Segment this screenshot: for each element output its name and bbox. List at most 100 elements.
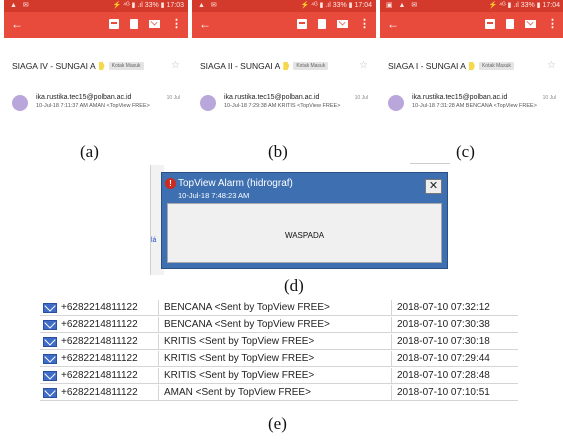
sms-datetime: 2018-07-10 07:29:44 xyxy=(397,353,490,364)
mark-unread-icon[interactable] xyxy=(525,20,536,28)
email-preview: 10-Jul-18 7:31:28 AM BENCANA <TopView FR… xyxy=(412,103,537,109)
sms-datetime: 2018-07-10 07:30:18 xyxy=(397,336,490,347)
column-divider xyxy=(391,334,392,350)
star-icon[interactable]: ☆ xyxy=(547,59,556,73)
trash-icon[interactable] xyxy=(130,19,138,29)
more-vert-icon[interactable]: ⋮ xyxy=(171,19,182,30)
email-date: 10 Jul xyxy=(542,95,556,101)
caption-e: (e) xyxy=(268,414,287,433)
table-row[interactable]: +6282214811122 KRITIS <Sent by TopView F… xyxy=(40,334,518,350)
star-icon[interactable]: ☆ xyxy=(171,59,180,73)
inbox-label-chip[interactable]: Kotak Masuk xyxy=(108,62,144,70)
email-subject-row: SIAGA II - SUNGAI A Kotak Masuk ☆ xyxy=(200,59,370,73)
sender-address: ika.rustika.tec15@polban.ac.id xyxy=(36,94,132,101)
phone-screenshot-a: ▲ ✉ ⚡ ⁴ᴳ ▮ .ıl 33% ▮ 17:03 ← ⋮ SIAGA IV … xyxy=(4,0,188,134)
sender-avatar xyxy=(388,95,404,111)
caption-c: (c) xyxy=(456,142,475,161)
table-row[interactable]: +6282214811122 BENCANA <Sent by TopView … xyxy=(40,317,518,333)
status-bar: ▲ ✉ ⚡ ⁴ᴳ ▮ .ıl 33% ▮ 17:04 xyxy=(192,0,376,12)
table-row[interactable]: +6282214811122 KRITIS <Sent by TopView F… xyxy=(40,351,518,367)
sms-envelope-icon xyxy=(43,303,57,313)
important-marker-icon[interactable] xyxy=(98,62,105,70)
trash-icon[interactable] xyxy=(506,19,514,29)
column-divider xyxy=(391,317,392,333)
sms-phone-number: +6282214811122 xyxy=(61,353,138,364)
column-divider xyxy=(391,368,392,384)
status-icons-left: ▲ ✉ xyxy=(10,2,31,9)
table-row[interactable]: +6282214811122 KRITIS <Sent by TopView F… xyxy=(40,368,518,384)
column-divider xyxy=(158,368,159,384)
sms-message: BENCANA <Sent by TopView FREE> xyxy=(164,319,330,330)
more-vert-icon[interactable]: ⋮ xyxy=(359,19,370,30)
back-arrow-icon[interactable]: ← xyxy=(11,17,23,31)
email-subject: SIAGA II - SUNGAI A xyxy=(200,61,281,71)
column-divider xyxy=(158,385,159,401)
table-row[interactable]: +6282214811122 AMAN <Sent by TopView FRE… xyxy=(40,385,518,401)
background-link-fragment: lá xyxy=(151,237,157,244)
sms-envelope-icon xyxy=(43,371,57,381)
column-divider xyxy=(158,334,159,350)
status-icons-right: ⚡ ⁴ᴳ ▮ .ıl 33% ▮ 17:04 xyxy=(488,2,560,9)
sms-envelope-icon xyxy=(43,320,57,330)
sms-datetime: 2018-07-10 07:28:48 xyxy=(397,370,490,381)
sms-datetime: 2018-07-10 07:10:51 xyxy=(397,387,490,398)
status-icons-right: ⚡ ⁴ᴳ ▮ .ıl 33% ▮ 17:04 xyxy=(300,2,372,9)
status-icons-right: ⚡ ⁴ᴳ ▮ .ıl 33% ▮ 17:03 xyxy=(112,2,184,9)
sms-phone-number: +6282214811122 xyxy=(61,336,138,347)
table-row[interactable]: +6282214811122 BENCANA <Sent by TopView … xyxy=(40,300,518,316)
alarm-error-icon: ! xyxy=(165,178,176,189)
email-preview: 10-Jul-18 7:11:37 AM AMAN <TopView FREE> xyxy=(36,103,150,109)
phone-screenshot-b: ▲ ✉ ⚡ ⁴ᴳ ▮ .ıl 33% ▮ 17:04 ← ⋮ SIAGA II … xyxy=(192,0,376,134)
archive-icon[interactable] xyxy=(109,19,119,29)
email-date: 10 Jul xyxy=(166,95,180,101)
back-arrow-icon[interactable]: ← xyxy=(199,17,211,31)
caption-b: (b) xyxy=(268,142,288,161)
column-divider xyxy=(158,351,159,367)
alarm-timestamp: 10-Jul-18 7:48:23 AM xyxy=(178,191,250,200)
inbox-label-chip[interactable]: Kotak Masuk xyxy=(478,62,514,70)
email-subject: SIAGA IV - SUNGAI A xyxy=(12,61,96,71)
sms-envelope-icon xyxy=(43,388,57,398)
archive-icon[interactable] xyxy=(297,19,307,29)
important-marker-icon[interactable] xyxy=(283,62,290,70)
sms-envelope-icon xyxy=(43,337,57,347)
sender-avatar xyxy=(200,95,216,111)
inbox-label-chip[interactable]: Kotak Masuk xyxy=(293,62,329,70)
sms-phone-number: +6282214811122 xyxy=(61,302,138,313)
alarm-message: WASPADA xyxy=(284,231,325,240)
email-sender-row[interactable]: ika.rustika.tec15@polban.ac.id 10 Jul 10… xyxy=(200,92,370,126)
back-arrow-icon[interactable]: ← xyxy=(387,17,399,31)
alarm-body: WASPADA xyxy=(167,203,442,263)
sms-phone-number: +6282214811122 xyxy=(61,319,138,330)
sms-datetime: 2018-07-10 07:32:12 xyxy=(397,302,490,313)
sms-datetime: 2018-07-10 07:30:38 xyxy=(397,319,490,330)
close-icon[interactable]: ✕ xyxy=(425,179,442,194)
important-marker-icon[interactable] xyxy=(468,62,475,70)
sms-message: KRITIS <Sent by TopView FREE> xyxy=(164,353,315,364)
archive-icon[interactable] xyxy=(485,19,495,29)
column-divider xyxy=(391,385,392,401)
status-icons-left: ▲ ✉ xyxy=(198,2,219,9)
email-sender-row[interactable]: ika.rustika.tec15@polban.ac.id 10 Jul 10… xyxy=(388,92,558,126)
sms-message: AMAN <Sent by TopView FREE> xyxy=(164,387,311,398)
mark-unread-icon[interactable] xyxy=(337,20,348,28)
gmail-app-bar: ← ⋮ xyxy=(192,12,376,38)
sms-message: KRITIS <Sent by TopView FREE> xyxy=(164,336,315,347)
status-bar: ▣ ▲ ✉ ⚡ ⁴ᴳ ▮ .ıl 33% ▮ 17:04 xyxy=(380,0,563,12)
caption-a: (a) xyxy=(80,142,99,161)
star-icon[interactable]: ☆ xyxy=(359,59,368,73)
sender-address: ika.rustika.tec15@polban.ac.id xyxy=(224,94,320,101)
sms-phone-number: +6282214811122 xyxy=(61,387,138,398)
email-subject-row: SIAGA I - SUNGAI A Kotak Masuk ☆ xyxy=(388,59,558,73)
column-divider xyxy=(391,351,392,367)
sms-phone-number: +6282214811122 xyxy=(61,370,138,381)
caption-d: (d) xyxy=(284,276,304,295)
email-sender-row[interactable]: ika.rustika.tec15@polban.ac.id 10 Jul 10… xyxy=(12,92,182,126)
trash-icon[interactable] xyxy=(318,19,326,29)
email-subject-row: SIAGA IV - SUNGAI A Kotak Masuk ☆ xyxy=(12,59,182,73)
more-vert-icon[interactable]: ⋮ xyxy=(547,19,558,30)
sender-address: ika.rustika.tec15@polban.ac.id xyxy=(412,94,508,101)
email-date: 10 Jul xyxy=(354,95,368,101)
mark-unread-icon[interactable] xyxy=(149,20,160,28)
column-divider xyxy=(158,317,159,333)
